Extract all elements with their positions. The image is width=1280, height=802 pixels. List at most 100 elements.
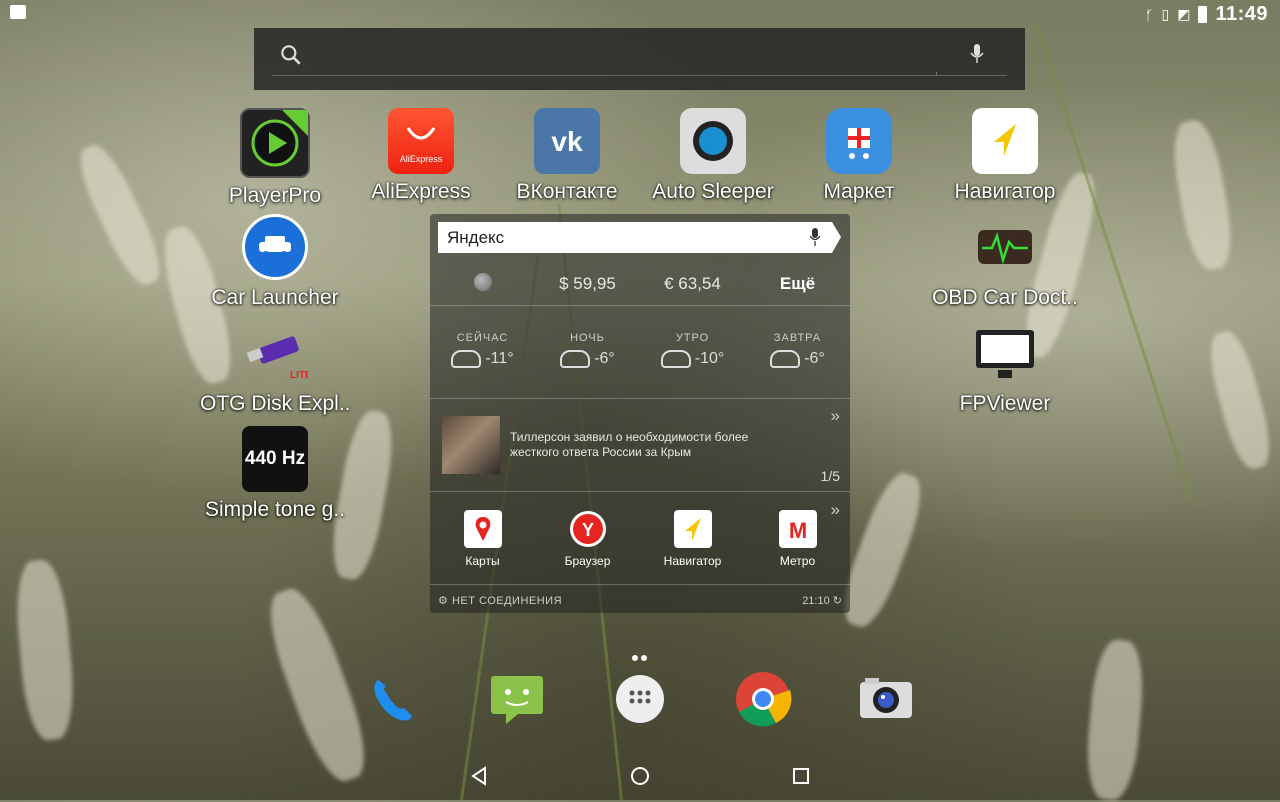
- news-pager: 1/5: [820, 468, 840, 484]
- page-indicator: [632, 648, 650, 666]
- moon-icon: [473, 272, 492, 291]
- page-dot: [632, 655, 638, 661]
- yandex-browser-icon: Y: [569, 510, 607, 548]
- navigator-icon: [972, 108, 1038, 174]
- news-headline[interactable]: Тиллерсон заявил о необходимости более ж…: [510, 430, 790, 460]
- app-market[interactable]: Маркет: [784, 108, 934, 204]
- app-aliexpress[interactable]: AliExpress AliExpress: [346, 108, 496, 204]
- app-label: FPViewer: [959, 392, 1051, 415]
- snow-cloud-icon: [770, 350, 801, 368]
- app-label: ВКонтакте: [516, 180, 618, 203]
- app-label: Карты: [465, 554, 500, 568]
- widget-footer: ⚙ НЕТ СОЕДИНЕНИЯ 21:10 ↻: [430, 586, 850, 613]
- app-label: OBD Car Doct..: [932, 286, 1078, 309]
- snow-cloud-icon: [660, 350, 691, 368]
- yandex-maps-icon: [463, 510, 502, 548]
- back-icon[interactable]: [467, 764, 491, 788]
- weather-label: НОЧЬ: [570, 332, 605, 344]
- news-next-chevron-icon[interactable]: »: [831, 406, 840, 426]
- usd-rate[interactable]: $ 59,95: [535, 274, 640, 294]
- app-label: AliExpress: [371, 180, 471, 203]
- recents-icon[interactable]: [789, 764, 813, 788]
- rates-row[interactable]: $ 59,95 € 63,54 Ещё: [430, 264, 850, 304]
- yandex-app-navigator[interactable]: Навигатор: [640, 510, 745, 568]
- tone-icon-text: 440 Hz: [244, 448, 306, 469]
- camera-icon[interactable]: [857, 670, 915, 728]
- app-simple-tone[interactable]: 440 Hz Simple tone g..: [200, 426, 350, 522]
- more-button[interactable]: Ещё: [745, 274, 850, 294]
- app-playerpro[interactable]: PlayerPro: [200, 108, 350, 208]
- divider: [430, 491, 850, 492]
- yandex-search-bar[interactable]: Яндекс: [438, 222, 832, 253]
- messages-icon[interactable]: [488, 670, 546, 728]
- weather-night[interactable]: НОЧЬ -6°: [535, 332, 640, 368]
- refresh-icon[interactable]: ↻: [833, 595, 842, 607]
- yandex-metro-icon: M: [778, 510, 817, 548]
- chrome-icon[interactable]: [734, 670, 792, 728]
- usb-icon: LITE: [242, 320, 312, 386]
- weather-tomorrow[interactable]: ЗАВТРА -6°: [745, 332, 850, 368]
- app-auto-sleeper[interactable]: Auto Sleeper: [638, 108, 788, 204]
- app-label: Браузер: [564, 554, 611, 568]
- auto-sleeper-icon: [680, 108, 746, 174]
- yandex-app-metro[interactable]: M Метро: [745, 510, 850, 568]
- mic-icon[interactable]: [810, 228, 820, 246]
- app-drawer-icon[interactable]: [611, 670, 669, 728]
- obd-icon: [972, 214, 1038, 280]
- weather-row[interactable]: СЕЙЧАС -11° НОЧЬ -6° УТРО -10° ЗАВТРА -6…: [430, 332, 850, 368]
- weather-label: УТРО: [675, 332, 710, 344]
- app-obd[interactable]: OBD Car Doct..: [930, 214, 1080, 310]
- svg-text:M: M: [788, 518, 806, 543]
- eur-rate[interactable]: € 63,54: [640, 274, 745, 294]
- cloud-sun-icon: [451, 350, 482, 368]
- divider: [430, 305, 850, 306]
- weather-now[interactable]: СЕЙЧАС -11°: [430, 332, 535, 368]
- app-label: Маркет: [823, 180, 895, 203]
- vibrate-icon: ▯: [1161, 6, 1170, 22]
- app-label: Simple tone g..: [204, 498, 346, 521]
- market-icon: [826, 108, 892, 174]
- app-label: OTG Disk Expl..: [200, 392, 351, 415]
- mic-icon[interactable]: [969, 43, 985, 65]
- divider: [430, 584, 850, 585]
- no-sim-icon: ◩: [1177, 6, 1191, 22]
- news-item[interactable]: Тиллерсон заявил о необходимости более ж…: [442, 416, 842, 474]
- search-tip: [832, 222, 841, 253]
- home-icon[interactable]: [628, 764, 652, 788]
- yandex-brand: Яндекс: [447, 228, 505, 247]
- search-underline: [272, 75, 1007, 76]
- news-thumbnail: [442, 416, 500, 474]
- weather-temp: -10°: [694, 350, 725, 368]
- weather-temp: -6°: [804, 350, 825, 368]
- bluetooth-icon: ᚶ: [1145, 6, 1154, 23]
- app-label: Car Launcher: [211, 286, 339, 309]
- app-label: Навигатор: [663, 554, 722, 568]
- weather-morning[interactable]: УТРО -10°: [640, 332, 745, 368]
- phone-icon[interactable]: [364, 670, 422, 728]
- page-dot: [641, 655, 647, 661]
- search-icon[interactable]: [278, 42, 304, 68]
- svg-text:Y: Y: [581, 520, 593, 540]
- weather-label: СЕЙЧАС: [456, 332, 509, 344]
- weather-temp: -11°: [485, 350, 514, 368]
- app-label: Метро: [779, 554, 816, 568]
- svg-text:vk: vk: [551, 126, 583, 157]
- yandex-app-browser[interactable]: Y Браузер: [535, 510, 640, 568]
- app-label: PlayerPro: [228, 184, 322, 207]
- app-navigator[interactable]: Навигатор: [930, 108, 1080, 204]
- app-fpviewer[interactable]: FPViewer: [930, 320, 1080, 416]
- aliexpress-icon: AliExpress: [388, 108, 454, 174]
- app-vkontakte[interactable]: vk ВКонтакте: [492, 108, 642, 204]
- app-otg-disk[interactable]: LITE OTG Disk Expl..: [200, 320, 351, 416]
- weather-temp: -6°: [594, 350, 615, 368]
- yandex-apps-row: Карты Y Браузер Навигатор M Метро: [430, 510, 850, 568]
- app-car-launcher[interactable]: Car Launcher: [200, 214, 350, 310]
- yandex-navigator-icon: [673, 510, 712, 548]
- weather-label: ЗАВТРА: [773, 332, 822, 344]
- app-label: Auto Sleeper: [652, 180, 774, 203]
- yandex-app-maps[interactable]: Карты: [430, 510, 535, 568]
- tone-440hz-icon: 440 Hz: [242, 426, 308, 492]
- gear-icon[interactable]: ⚙: [438, 595, 448, 607]
- search-bar[interactable]: [254, 28, 1025, 90]
- svg-text:LITE: LITE: [290, 370, 308, 381]
